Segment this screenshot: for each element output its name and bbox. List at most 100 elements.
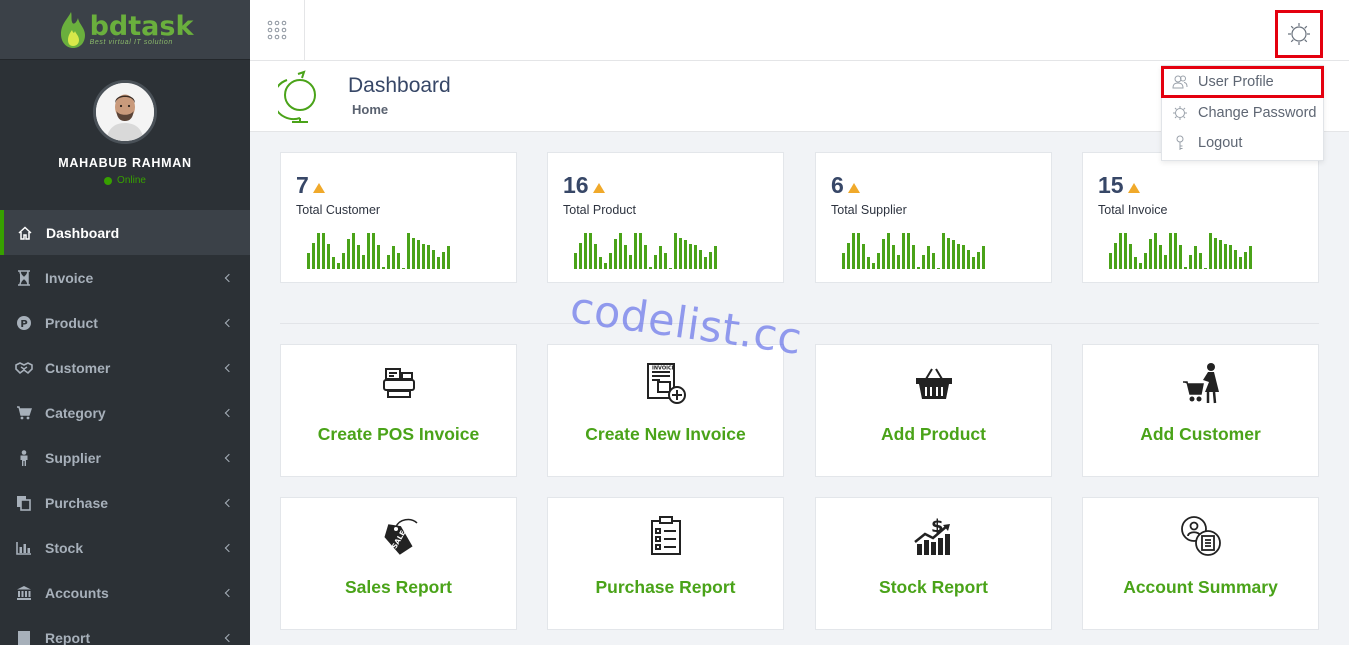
sparkline-bar (317, 233, 320, 269)
sparkline-bar (377, 245, 380, 269)
copy-icon (15, 494, 33, 512)
chevron-left-icon (224, 453, 234, 462)
tile-label: Add Product (881, 424, 986, 444)
sparkline-bar (1139, 263, 1142, 269)
top-header (250, 0, 1349, 61)
sparkline-bar (972, 257, 975, 269)
tile-add-product[interactable]: Add Product (815, 344, 1052, 477)
sidebar-item-customer[interactable]: Customer (0, 345, 250, 390)
stat-card-total-invoice[interactable]: 15 Total Invoice (1082, 152, 1319, 283)
sparkline-bar (932, 253, 935, 269)
pos-printer-icon (377, 361, 421, 405)
product-p-icon: P (15, 314, 33, 332)
flame-logo-icon (60, 11, 85, 48)
sparkline-bar (689, 244, 692, 269)
sidebar-item-supplier[interactable]: Supplier (0, 435, 250, 480)
sparkline-bar (649, 267, 652, 269)
sparkline-bar (312, 243, 315, 269)
sparkline-bar (427, 245, 430, 269)
sidebar-item-label: Invoice (45, 269, 94, 286)
sparkline-bar (1179, 245, 1182, 269)
sparkline-bar (1214, 238, 1217, 269)
sparkline-bar (962, 245, 965, 269)
avatar[interactable] (93, 80, 157, 144)
stat-card-total-product[interactable]: 16 Total Product (547, 152, 784, 283)
sparkline-bar (437, 257, 440, 269)
sparkline-bar (847, 243, 850, 269)
sidebar-item-product[interactable]: P Product (0, 300, 250, 345)
sparkline-bar (982, 246, 985, 269)
sparkline-bar (362, 255, 365, 269)
sparkline-bar (957, 244, 960, 269)
sparkline-bar (1229, 245, 1232, 269)
sidebar: bdtask Best virtual IT solution MAHABUB … (0, 0, 250, 645)
sparkline-bar (654, 255, 657, 269)
dropdown-item-change-password[interactable]: Change Password (1162, 98, 1323, 128)
stat-value: 6 (831, 172, 860, 199)
sidebar-item-accounts[interactable]: Accounts (0, 570, 250, 615)
brand-name: bdtask (89, 10, 194, 42)
sparkline-bar (1109, 253, 1112, 269)
sparkline-bar (887, 233, 890, 269)
sidebar-item-label: Dashboard (46, 224, 120, 241)
sidebar-item-purchase[interactable]: Purchase (0, 480, 250, 525)
stat-label: Total Product (563, 203, 636, 217)
tile-add-customer[interactable]: Add Customer (1082, 344, 1319, 477)
cart-icon (15, 404, 33, 422)
gear-icon (1172, 105, 1188, 121)
stat-card-total-customer[interactable]: 7 Total Customer (280, 152, 517, 283)
tile-sales-report[interactable]: SALE Sales Report (280, 497, 517, 630)
sidebar-item-label: Purchase (45, 494, 109, 511)
sidebar-item-dashboard[interactable]: Dashboard (0, 210, 250, 255)
apps-menu-button[interactable] (250, 0, 305, 60)
sparkline-bar (1249, 246, 1252, 269)
sparkline-bar (684, 240, 687, 269)
trend-up-icon (592, 182, 605, 193)
chevron-left-icon (224, 273, 234, 282)
sparkline-bar (1159, 245, 1162, 269)
dropdown-item-user-profile[interactable]: User Profile (1161, 66, 1324, 98)
chevron-left-icon (224, 318, 234, 327)
logo-bar: bdtask Best virtual IT solution (0, 0, 250, 60)
sparkline-bar (307, 253, 310, 269)
sparkline-bar (332, 257, 335, 269)
sparkline-bar (897, 255, 900, 269)
sidebar-item-report[interactable]: Report (0, 615, 250, 645)
invoice-add-icon: INVOICE (644, 361, 688, 405)
home-icon (16, 224, 34, 242)
sparkline-bar (422, 244, 425, 269)
stat-label: Total Supplier (831, 203, 907, 217)
tile-create-new-invoice[interactable]: INVOICE Create New Invoice (547, 344, 784, 477)
chevron-left-icon (224, 633, 234, 642)
sparkline-bar (872, 263, 875, 269)
sparkline-bar (639, 233, 642, 269)
sparkline-bar (669, 268, 672, 269)
clipboard-checklist-icon (644, 514, 688, 558)
sparkline-bar (912, 245, 915, 269)
tile-purchase-report[interactable]: Purchase Report (547, 497, 784, 630)
tile-account-summary[interactable]: Account Summary (1082, 497, 1319, 630)
sparkline-bar (1149, 239, 1152, 269)
tile-stock-report[interactable]: $ Stock Report (815, 497, 1052, 630)
tile-create-pos-invoice[interactable]: Create POS Invoice (280, 344, 517, 477)
settings-button[interactable] (1275, 10, 1323, 58)
sidebar-item-category[interactable]: Category (0, 390, 250, 435)
user-name: MAHABUB RAHMAN (58, 156, 192, 170)
sparkline-bar (1199, 253, 1202, 269)
shopper-cart-icon (1179, 361, 1223, 405)
breadcrumb[interactable]: Home (352, 102, 388, 117)
sidebar-item-label: Report (45, 629, 91, 645)
sparkline-bar (1164, 255, 1167, 269)
sidebar-item-stock[interactable]: Stock (0, 525, 250, 570)
svg-text:INVOICE: INVOICE (652, 366, 676, 372)
user-panel: MAHABUB RAHMAN Online (0, 60, 250, 210)
stat-card-total-supplier[interactable]: 6 Total Supplier (815, 152, 1052, 283)
sidebar-item-invoice[interactable]: Invoice (0, 255, 250, 300)
brand-logo[interactable]: bdtask Best virtual IT solution (57, 10, 194, 50)
sparkline-bar (942, 233, 945, 269)
sparkline-bar (337, 263, 340, 269)
sparkline-bar (1124, 233, 1127, 269)
tile-label: Purchase Report (595, 577, 736, 597)
sparkline-bar (412, 238, 415, 269)
dropdown-item-logout[interactable]: Logout (1162, 128, 1323, 158)
